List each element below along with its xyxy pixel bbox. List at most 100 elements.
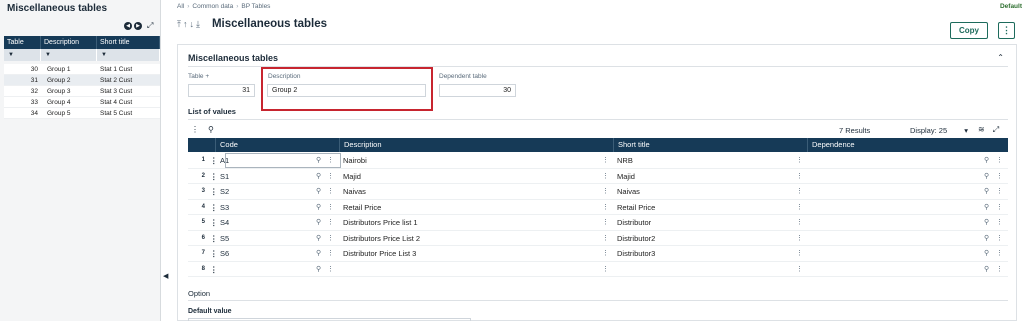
expand-icon[interactable]: ⤢ [993,125,999,135]
cell-menu-icon[interactable]: ⋮ [327,200,334,215]
cell-menu-icon[interactable]: ⋮ [996,184,1003,199]
short-title-cell[interactable]: NRB [617,153,633,168]
search-icon[interactable]: ⚲ [316,246,321,261]
cell-menu-icon[interactable]: ⋮ [327,169,334,184]
cell-menu-icon[interactable]: ⋮ [327,184,334,199]
cell-menu-icon[interactable]: ⋮ [602,215,609,230]
cell-menu-icon[interactable]: ⋮ [602,231,609,246]
column-header-table[interactable]: Table [4,36,41,49]
cell-menu-icon[interactable]: ⋮ [602,184,609,199]
search-icon[interactable]: ⚲ [316,200,321,215]
table-row[interactable]: 5 ⋮ S4 ⚲ ⋮ Distributors Price list 1 ⋮ Distribu… [188,215,1008,231]
row-menu-icon[interactable]: ⋮ [210,231,218,246]
description-cell[interactable]: Distributor Price List 3 [343,246,416,261]
dependent-table-field[interactable]: 30 [439,84,516,97]
search-icon[interactable]: ⚲ [984,169,989,184]
cell-menu-icon[interactable]: ⋮ [602,262,609,277]
cell-menu-icon[interactable]: ⋮ [996,153,1003,168]
collapse-panel-icon[interactable]: ◀ [163,272,168,280]
search-icon[interactable]: ⚲ [984,184,989,199]
code-cell[interactable]: S5 [220,231,229,246]
row-menu-icon[interactable]: ⋮ [210,184,218,199]
display-select[interactable]: Display: 25 ▾ [910,126,968,135]
cell-menu-icon[interactable]: ⋮ [327,215,334,230]
cell-menu-icon[interactable]: ⋮ [602,169,609,184]
filter-icon[interactable]: ▼ [4,49,41,61]
breadcrumb-item[interactable]: All [177,3,184,10]
cell-menu-icon[interactable]: ⋮ [796,169,803,184]
table-row[interactable]: 31 Group 2 Stat 2 Cust [4,75,160,86]
table-row[interactable]: 1 ⋮ A1 ⚲ ⋮ Nairobi ⋮ NRB ⋮ ⚲ ⋮ [188,153,1008,169]
description-cell[interactable]: Naivas [343,184,366,199]
cell-menu-icon[interactable]: ⋮ [996,200,1003,215]
search-icon[interactable]: ⚲ [316,262,321,277]
search-icon[interactable]: ⚲ [208,125,214,134]
cell-menu-icon[interactable]: ⋮ [327,246,334,261]
previous-icon[interactable]: ◀ [124,22,132,30]
row-menu-icon[interactable]: ⋮ [210,169,218,184]
description-cell[interactable]: Retail Price [343,200,381,215]
search-icon[interactable]: ⚲ [316,184,321,199]
grid-menu-icon[interactable]: ⋮ [191,125,199,134]
more-actions-button[interactable]: ⋮ [998,22,1015,39]
table-row[interactable]: 2 ⋮ S1 ⚲ ⋮ Majid ⋮ Majid ⋮ ⚲ ⋮ [188,169,1008,184]
cell-menu-icon[interactable]: ⋮ [602,246,609,261]
cell-menu-icon[interactable]: ⋮ [796,184,803,199]
table-field[interactable]: 31 [188,84,255,97]
chevron-up-icon[interactable]: ⌃ [997,53,1004,62]
search-icon[interactable]: ⚲ [984,153,989,168]
code-cell[interactable]: S3 [220,200,229,215]
table-row[interactable]: 4 ⋮ S3 ⚲ ⋮ Retail Price ⋮ Retail Price ⋮ ⚲ ⋮ [188,200,1008,215]
cell-menu-icon[interactable]: ⋮ [796,231,803,246]
search-icon[interactable]: ⚲ [316,169,321,184]
cell-menu-icon[interactable]: ⋮ [796,200,803,215]
search-icon[interactable]: ⚲ [316,215,321,230]
row-menu-icon[interactable]: ⋮ [210,200,218,215]
filter-icon[interactable]: ▼ [41,49,97,61]
code-cell[interactable]: S6 [220,246,229,261]
search-icon[interactable]: ⚲ [984,262,989,277]
code-cell[interactable]: S1 [220,169,229,184]
table-row[interactable]: 7 ⋮ S6 ⚲ ⋮ Distributor Price List 3 ⋮ Distribut… [188,246,1008,262]
layers-icon[interactable]: ≋ [978,125,985,135]
table-row[interactable]: 33 Group 4 Stat 4 Cust [4,97,160,108]
cell-menu-icon[interactable]: ⋮ [996,262,1003,277]
short-title-cell[interactable]: Distributor3 [617,246,655,261]
short-title-cell[interactable]: Retail Price [617,200,655,215]
copy-button[interactable]: Copy [950,22,988,39]
cell-menu-icon[interactable]: ⋮ [996,246,1003,261]
cell-menu-icon[interactable]: ⋮ [327,231,334,246]
description-cell[interactable]: Nairobi [343,153,367,168]
table-row[interactable]: 32 Group 3 Stat 3 Cust [4,86,160,97]
expand-icon[interactable]: ⤢ [147,21,153,31]
row-menu-icon[interactable]: ⋮ [210,215,218,230]
cell-menu-icon[interactable]: ⋮ [796,262,803,277]
cell-menu-icon[interactable]: ⋮ [602,200,609,215]
filter-icon[interactable]: ▼ [97,49,160,61]
cell-menu-icon[interactable]: ⋮ [602,153,609,168]
column-header-dependence[interactable]: Dependence [807,138,1008,152]
cell-menu-icon[interactable]: ⋮ [796,153,803,168]
short-title-cell[interactable]: Majid [617,169,635,184]
breadcrumb-item[interactable]: Common data [192,3,233,10]
breadcrumb-item[interactable]: BP Tables [241,3,270,10]
search-icon[interactable]: ⚲ [984,200,989,215]
search-icon[interactable]: ⚲ [984,215,989,230]
cell-menu-icon[interactable]: ⋮ [796,246,803,261]
column-header-short-title[interactable]: Short title [97,36,160,49]
short-title-cell[interactable]: Distributor2 [617,231,655,246]
description-cell[interactable]: Majid [343,169,361,184]
cell-menu-icon[interactable]: ⋮ [327,262,334,277]
table-row[interactable]: 30 Group 1 Stat 1 Cust [4,64,160,75]
table-row[interactable]: 3 ⋮ S2 ⚲ ⋮ Naivas ⋮ Naivas ⋮ ⚲ ⋮ [188,184,1008,200]
column-header-description[interactable]: Description [339,138,613,152]
row-menu-icon[interactable]: ⋮ [210,153,218,168]
cell-menu-icon[interactable]: ⋮ [996,231,1003,246]
short-title-cell[interactable]: Naivas [617,184,640,199]
table-row[interactable]: 34 Group 5 Stat 5 Cust [4,108,160,119]
row-menu-icon[interactable]: ⋮ [210,262,218,277]
cell-menu-icon[interactable]: ⋮ [996,169,1003,184]
row-menu-icon[interactable]: ⋮ [210,246,218,261]
cell-menu-icon[interactable]: ⋮ [996,215,1003,230]
search-icon[interactable]: ⚲ [984,246,989,261]
